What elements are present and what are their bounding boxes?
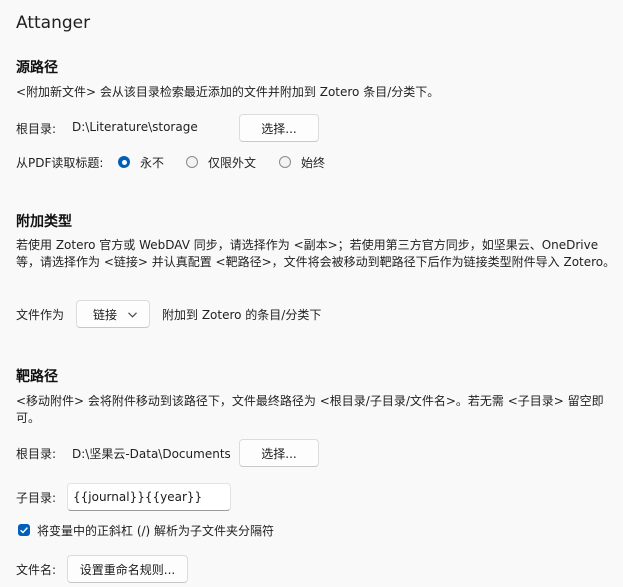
- filename-label: 文件名:: [16, 563, 57, 577]
- source-root-path: D:\Literature\storage: [72, 120, 198, 134]
- checkmark-icon: [20, 527, 28, 534]
- target-description: <移动附件> 会将附件移动到该路径下，文件最终路径为 <根目录/子目录/文件名>…: [16, 394, 604, 425]
- target-root-label: 根目录:: [16, 447, 57, 461]
- file-as-value: 链接: [93, 307, 118, 322]
- chevron-down-icon: [128, 312, 137, 318]
- source-description: <附加新文件> 会从该目录检索最近添加的文件并附加到 Zotero 条目/分类下…: [16, 85, 440, 99]
- radio-foreign-only-label[interactable]: 仅限外文: [208, 154, 256, 171]
- radio-always[interactable]: [279, 156, 291, 168]
- file-as-suffix: 附加到 Zotero 的条目/分类下: [162, 308, 322, 322]
- radio-never[interactable]: [118, 156, 130, 168]
- slash-checkbox[interactable]: [18, 524, 30, 536]
- radio-never-label[interactable]: 永不: [140, 154, 164, 171]
- radio-always-label[interactable]: 始终: [301, 154, 325, 171]
- attach-type-heading: 附加类型: [16, 214, 72, 230]
- source-choose-button[interactable]: 选择...: [239, 114, 319, 142]
- slash-checkbox-label[interactable]: 将变量中的正斜杠 (/) 解析为子文件夹分隔符: [37, 522, 274, 539]
- target-choose-button[interactable]: 选择...: [239, 439, 319, 467]
- app-title: Attanger: [16, 13, 91, 33]
- radio-foreign-only[interactable]: [186, 156, 198, 168]
- file-as-dropdown[interactable]: 链接: [76, 300, 150, 328]
- target-root-path: D:\坚果云-Data\Documents\: [72, 447, 230, 461]
- source-heading: 源路径: [16, 60, 58, 76]
- rename-rule-button[interactable]: 设置重命名规则...: [67, 555, 188, 583]
- file-as-label: 文件作为: [16, 308, 65, 322]
- target-heading: 靶路径: [16, 369, 58, 385]
- subdir-input[interactable]: {{journal}}{{year}}: [67, 483, 231, 511]
- pdf-title-label: 从PDF读取标题:: [16, 156, 104, 170]
- attach-type-description: 若使用 Zotero 官方或 WebDAV 同步，请选择作为 <副本>；若使用第…: [16, 238, 616, 269]
- subdir-label: 子目录:: [16, 491, 57, 505]
- source-root-label: 根目录:: [16, 122, 57, 136]
